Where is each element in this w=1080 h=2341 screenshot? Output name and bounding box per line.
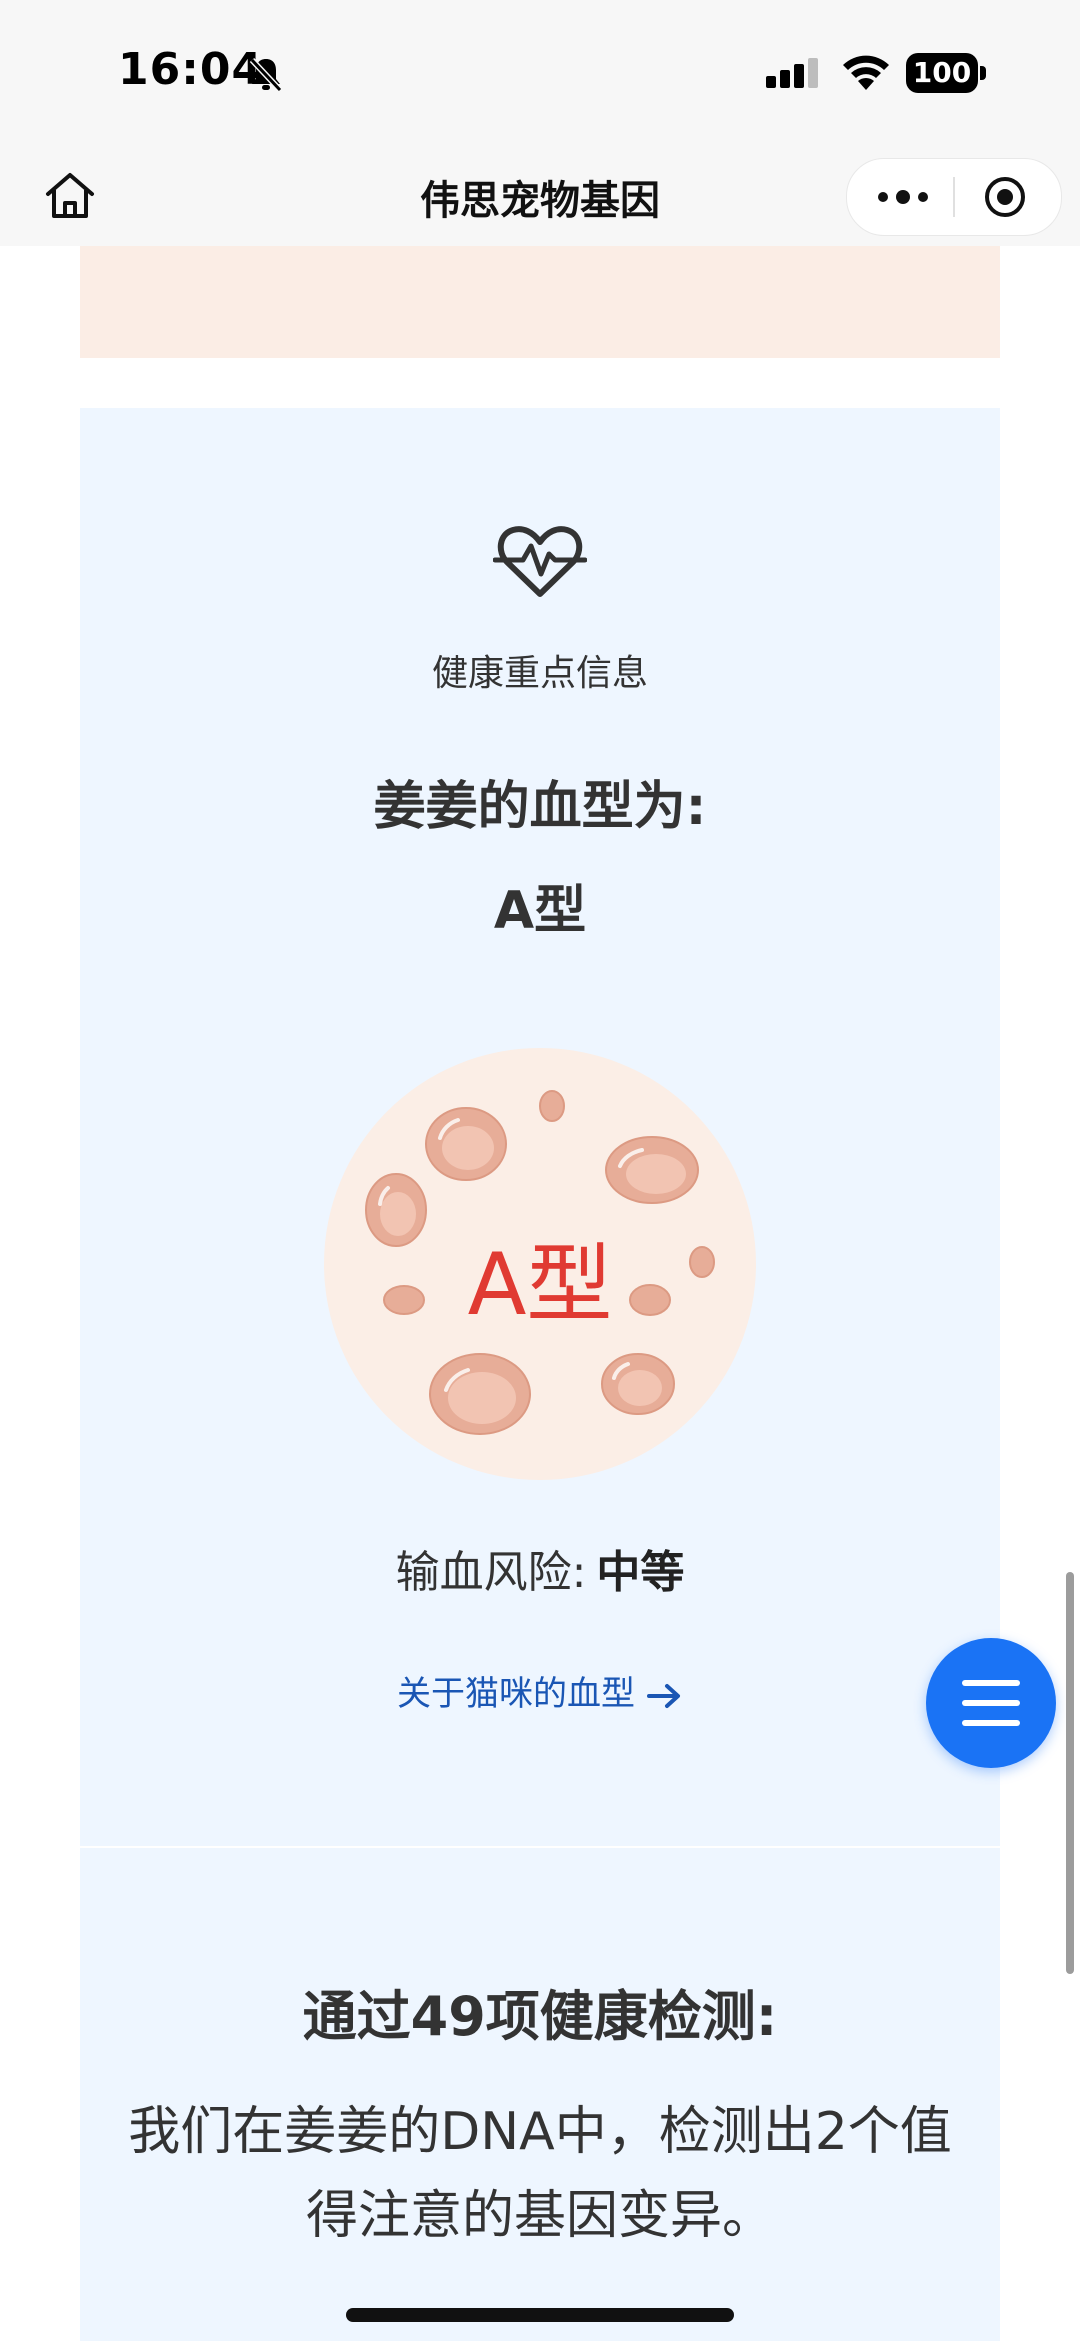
blood-type-badge: A型 (467, 1235, 613, 1335)
previous-card (80, 246, 1000, 358)
risk-label: 输血风险: (395, 1547, 587, 1598)
miniprogram-capsule (846, 158, 1062, 236)
home-icon[interactable] (40, 166, 100, 226)
capsule-divider (953, 177, 955, 217)
floating-menu-button[interactable] (926, 1638, 1056, 1768)
blood-type-heading: 姜姜的血型为: (373, 777, 707, 837)
heart-pulse-icon (493, 526, 587, 597)
battery-cap (980, 66, 986, 80)
section-label: 健康重点信息 (431, 653, 648, 694)
blood-type-value: A型 (493, 881, 587, 941)
battery-level: 100 (906, 53, 978, 93)
wifi-icon (843, 55, 889, 90)
status-time: 16:04 (118, 44, 264, 95)
bell-muted-icon (249, 57, 283, 93)
summary-title: 通过49项健康检测: (302, 1985, 778, 2048)
menu-icon (962, 1680, 1020, 1726)
health-highlights-card: 健康重点信息 姜姜的血型为: A型 A型 输血风险: 中等 关于猫咪的血型 (80, 408, 1000, 1846)
cellular-signal-icon (766, 58, 818, 88)
close-miniprogram-icon[interactable] (983, 175, 1027, 219)
blood-cell-illustration: A型 (324, 1048, 756, 1480)
health-summary-card: 通过49项健康检测: 我们在姜姜的DNA中，检测出2个值得注意的基因变异。 (80, 1848, 1000, 2341)
transfusion-risk: 输血风险: 中等 (80, 1536, 1000, 1600)
risk-value: 中等 (596, 1547, 685, 1598)
cat-blood-type-link[interactable]: 关于猫咪的血型 (80, 1666, 1000, 1715)
summary-text: 我们在姜姜的DNA中，检测出2个值得注意的基因变异。 (128, 2102, 952, 2246)
scrollbar[interactable] (1066, 1572, 1074, 1974)
arrow-right-icon (647, 1683, 680, 1708)
link-label: 关于猫咪的血型 (397, 1674, 635, 1714)
battery-icon: 100 (906, 53, 986, 93)
nav-bar: 伟思宠物基因 (0, 146, 1080, 246)
home-indicator[interactable] (346, 2308, 734, 2322)
page-title: 伟思宠物基因 (420, 178, 660, 224)
status-bar: 16:04 100 (0, 0, 1080, 146)
more-icon[interactable] (875, 183, 931, 211)
